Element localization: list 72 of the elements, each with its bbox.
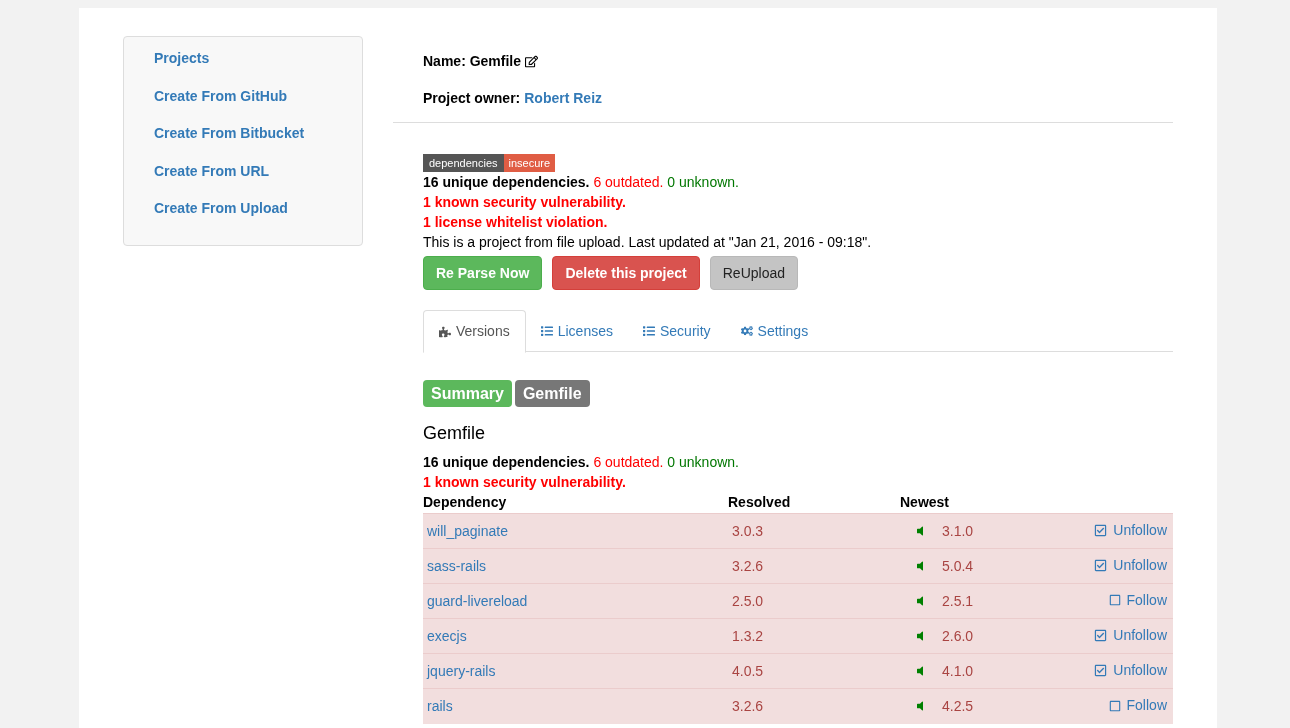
speaker-icon (914, 700, 926, 713)
newest-version: 3.1.0 (942, 521, 974, 541)
owner-label: Project owner: (423, 89, 521, 108)
newest-version: 4.1.0 (942, 661, 974, 681)
sidebar-link[interactable]: Create From Bitbucket (124, 122, 362, 160)
resolved-version: 3.2.6 (732, 697, 764, 714)
checked-box-icon (1094, 628, 1108, 642)
resolved-version: 1.3.2 (732, 627, 764, 644)
sidebar-link[interactable]: Create From URL (124, 159, 362, 198)
sidebar-link[interactable]: Create From GitHub (124, 84, 362, 123)
action-button[interactable]: Re Parse Now (423, 256, 543, 290)
follow-toggle[interactable]: Unfollow (1094, 659, 1167, 681)
speaker-icon (914, 560, 926, 572)
empty-box-icon (1108, 699, 1121, 712)
outdated-count: 6 outdated. (593, 174, 664, 190)
outdated-count: 6 outdated. (593, 454, 664, 470)
project-name: Name: Gemfile (423, 51, 522, 71)
section-title: Gemfile (423, 422, 485, 445)
follow-toggle[interactable]: Follow (1108, 695, 1167, 716)
checked-box-icon (1094, 663, 1108, 677)
sidebar-link[interactable]: Create From Upload (124, 197, 362, 235)
newest-version: 5.0.4 (942, 556, 974, 576)
resolved-version: 3.2.6 (732, 557, 764, 574)
puzzle-icon (439, 325, 451, 338)
dependency-link[interactable]: guard-livereload (427, 592, 528, 609)
tab[interactable]: Versions (423, 310, 526, 353)
tab[interactable]: Licenses (525, 310, 628, 352)
dependency-link[interactable]: rails (427, 697, 453, 714)
unknown-count: 0 unknown. (667, 454, 739, 470)
license-warning: 1 license whitelist violation. (423, 213, 608, 232)
view-toggle[interactable]: Summary (423, 380, 512, 407)
dependency-count: 16 unique dependencies. (423, 454, 590, 470)
resolved-version: 4.0.5 (732, 662, 764, 679)
empty-box-icon (1108, 594, 1121, 607)
dependency-link[interactable]: jquery-rails (427, 662, 496, 679)
resolved-version: 2.5.0 (732, 592, 764, 609)
newest-version: 2.5.1 (942, 591, 974, 611)
edit-icon[interactable] (525, 54, 539, 68)
sidebar-link[interactable]: Projects (124, 47, 362, 85)
follow-toggle[interactable]: Unfollow (1094, 519, 1167, 541)
dependency-link[interactable]: execjs (427, 627, 467, 644)
resolved-version: 3.0.3 (732, 522, 764, 539)
column-header: Newest (900, 492, 1031, 514)
follow-toggle[interactable]: Unfollow (1094, 554, 1167, 576)
upload-info: This is a project from file upload. Last updated at "Jan 21, 2016 - 09:18". (423, 233, 872, 252)
dependency-count: 16 unique dependencies. (423, 174, 590, 190)
follow-toggle[interactable]: Follow (1108, 589, 1167, 611)
speaker-icon (914, 595, 926, 607)
action-button[interactable]: ReUpload (709, 256, 798, 290)
view-toggle[interactable]: Gemfile (514, 380, 590, 407)
column-header: Resolved (728, 492, 900, 514)
security-warning: 1 known security vulnerability. (423, 473, 626, 492)
tab[interactable]: Settings (725, 310, 824, 352)
column-header: Dependency (423, 492, 728, 514)
tab[interactable]: Security (627, 310, 726, 352)
unknown-count: 0 unknown. (667, 174, 739, 190)
checked-box-icon (1094, 558, 1108, 572)
newest-version: 4.2.5 (942, 696, 974, 716)
list-icon (540, 325, 553, 337)
gears-icon (740, 325, 753, 337)
follow-toggle[interactable]: Unfollow (1094, 624, 1167, 646)
action-button[interactable]: Delete this project (552, 256, 700, 290)
dependency-link[interactable]: will_paginate (427, 522, 508, 539)
speaker-icon (914, 665, 926, 677)
dependency-link[interactable]: sass-rails (427, 557, 487, 574)
speaker-icon (914, 525, 926, 537)
owner-link[interactable]: Robert Reiz (524, 88, 603, 108)
list-icon (642, 325, 655, 337)
speaker-icon (914, 630, 926, 642)
newest-version: 2.6.0 (942, 626, 974, 646)
checked-box-icon (1094, 523, 1108, 537)
security-warning: 1 known security vulnerability. (423, 193, 626, 212)
